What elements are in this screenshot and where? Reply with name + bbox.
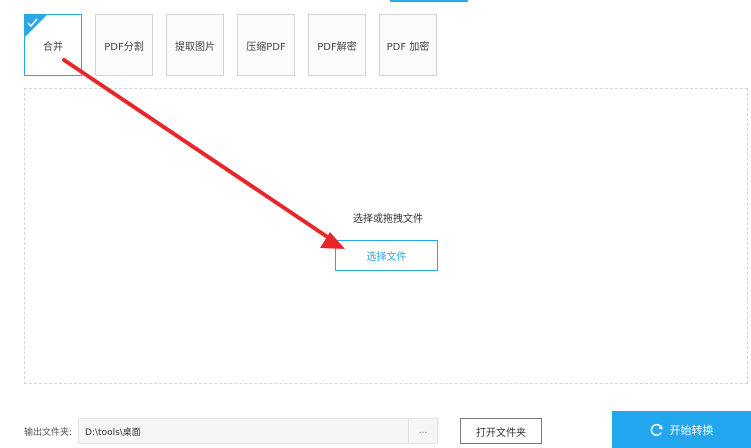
tab-label: PDF 加密 xyxy=(386,41,430,53)
tab-label: PDF分割 xyxy=(104,41,144,53)
output-folder-label: 输出文件夹: xyxy=(24,427,73,438)
tab-pdf-split[interactable]: PDF分割 xyxy=(95,14,153,76)
tab-label: PDF解密 xyxy=(317,41,357,53)
start-convert-label: 开始转换 xyxy=(669,423,714,437)
start-convert-button[interactable]: 开始转换 xyxy=(612,411,751,448)
pdf-converter-window: 合并 PDF分割 提取图片 压缩PDF PDF解密 PDF 加密 选择或拖拽文件… xyxy=(0,0,751,448)
tab-pdf-encrypt[interactable]: PDF 加密 xyxy=(379,14,437,76)
function-tabs: 合并 PDF分割 提取图片 压缩PDF PDF解密 PDF 加密 xyxy=(24,14,437,76)
select-file-button[interactable]: 选择文件 xyxy=(335,240,438,271)
tab-label: 压缩PDF xyxy=(246,41,286,53)
open-folder-button[interactable]: 打开文件夹 xyxy=(460,418,542,444)
output-folder-row: 输出文件夹: D:\tools\桌面 ... xyxy=(24,418,439,444)
tab-label: 提取图片 xyxy=(175,41,215,53)
output-path-value: D:\tools\桌面 xyxy=(85,427,141,438)
tab-merge[interactable]: 合并 xyxy=(24,14,82,76)
drop-hint-text: 选择或拖拽文件 xyxy=(353,214,423,225)
refresh-icon xyxy=(650,423,663,436)
tab-compress-pdf[interactable]: 压缩PDF xyxy=(237,14,295,76)
top-tab-indicator xyxy=(390,0,468,2)
tab-pdf-decrypt[interactable]: PDF解密 xyxy=(308,14,366,76)
file-drop-zone[interactable] xyxy=(24,88,748,384)
tab-extract-images[interactable]: 提取图片 xyxy=(166,14,224,76)
tab-label: 合并 xyxy=(43,41,63,53)
output-path-field[interactable]: D:\tools\桌面 ... xyxy=(78,418,439,444)
check-icon xyxy=(25,15,47,37)
browse-folder-button[interactable]: ... xyxy=(408,419,437,443)
